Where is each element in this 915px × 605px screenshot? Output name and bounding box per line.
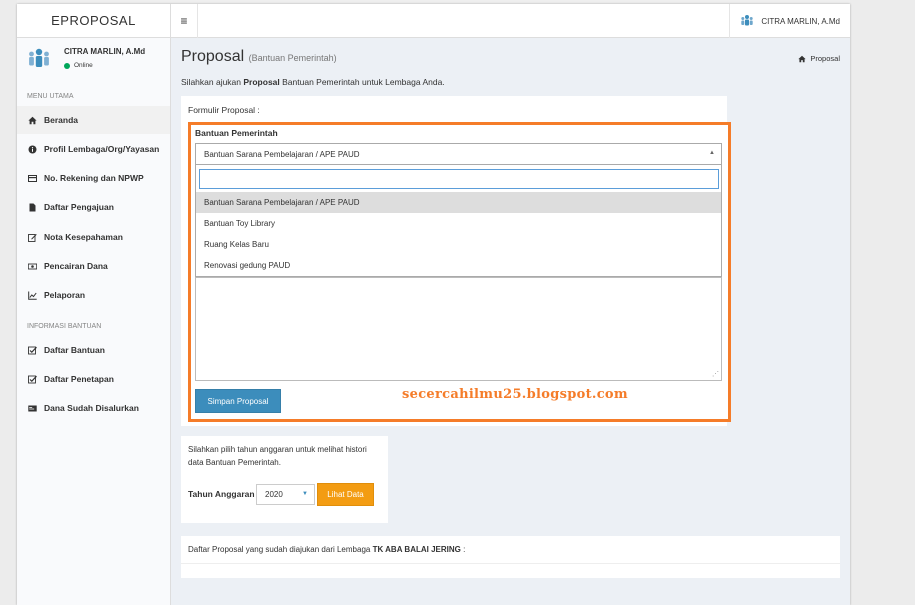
- sidebar-item-daftar-bantuan[interactable]: Daftar Bantuan: [17, 336, 170, 364]
- sidebar-item-label: Nota Kesepahaman: [44, 232, 123, 242]
- submitted-post: :: [460, 545, 466, 554]
- app-window: EPROPOSAL ≡ CITRA MARLIN, A.Md CITRA MAR…: [17, 4, 850, 605]
- history-instruction: Silahkan pilih tahun anggaran untuk meli…: [188, 445, 367, 467]
- sidebar-item-pelaporan[interactable]: Pelaporan: [17, 281, 170, 309]
- sidebar: CITRA MARLIN, A.Md Online MENU UTAMA Ber…: [17, 38, 171, 605]
- resize-grip-icon[interactable]: ⋰: [712, 370, 719, 378]
- sidebar-item-rekening[interactable]: No. Rekening dan NPWP: [17, 164, 170, 192]
- file-icon: [28, 203, 37, 212]
- sidebar-item-label: Daftar Bantuan: [44, 345, 105, 355]
- selected-value: Bantuan Sarana Pembelajaran / APE PAUD: [204, 149, 360, 159]
- year-value: 2020: [265, 490, 283, 499]
- breadcrumb[interactable]: Proposal: [798, 54, 840, 63]
- highlight-frame: Bantuan Pemerintah Bantuan Sarana Pembel…: [188, 122, 731, 422]
- year-label: Tahun Anggaran: [188, 489, 255, 499]
- sidebar-item-label: Profil Lembaga/Org/Yayasan: [44, 144, 160, 154]
- avatar: [29, 48, 49, 67]
- page-title: Proposal (Bantuan Pemerintah): [181, 48, 337, 66]
- lembaga-name: TK ABA BALAI JERING: [372, 545, 461, 554]
- submitted-list-box: Daftar Proposal yang sudah diajukan dari…: [181, 536, 840, 564]
- check-square-icon: [28, 375, 37, 384]
- sidebar-item-label: Daftar Penetapan: [44, 374, 114, 384]
- intro-pre: Silahkan ajukan: [181, 77, 244, 87]
- home-icon: [798, 55, 807, 62]
- brand-logo[interactable]: EPROPOSAL: [17, 4, 171, 38]
- bantuan-select[interactable]: Bantuan Sarana Pembelajaran / APE PAUD ▲: [195, 143, 722, 165]
- sidebar-item-label: Daftar Pengajuan: [44, 202, 114, 212]
- intro-bold: Proposal: [243, 77, 280, 87]
- credit-card-icon: [28, 174, 37, 183]
- sidebar-item-pencairan[interactable]: Pencairan Dana: [17, 252, 170, 280]
- card-icon: [28, 404, 37, 413]
- line-chart-icon: [28, 291, 37, 300]
- sidebar-item-dana-disalurkan[interactable]: Dana Sudah Disalurkan: [17, 394, 170, 422]
- sidebar-item-label: Pelaporan: [44, 290, 86, 300]
- money-icon: [28, 262, 37, 271]
- form-title: Formulir Proposal :: [188, 105, 260, 115]
- user-name: CITRA MARLIN, A.Md: [761, 16, 840, 26]
- profile-name: CITRA MARLIN, A.Md: [64, 47, 146, 56]
- edit-icon: [28, 233, 37, 242]
- home-icon: [28, 116, 37, 125]
- top-navbar: ≡ CITRA MARLIN, A.Md: [171, 4, 850, 38]
- sidebar-item-beranda[interactable]: Beranda: [17, 106, 170, 134]
- dropdown-search-input[interactable]: [199, 169, 719, 189]
- sidebar-item-label: Beranda: [44, 115, 79, 125]
- desktop-background-left: [0, 0, 17, 605]
- users-icon: [741, 15, 754, 26]
- hamburger-icon[interactable]: ≡: [171, 4, 198, 38]
- check-square-icon: [28, 346, 37, 355]
- year-select[interactable]: 2020 ▼: [256, 484, 315, 505]
- status-badge: Online: [64, 62, 93, 69]
- sidebar-item-daftar-penetapan[interactable]: Daftar Penetapan: [17, 365, 170, 393]
- dropdown-option[interactable]: Ruang Kelas Baru: [196, 234, 721, 255]
- view-data-button[interactable]: Lihat Data: [317, 483, 374, 506]
- dropdown-option[interactable]: Bantuan Toy Library: [196, 213, 721, 234]
- intro-post: Bantuan Pemerintah untuk Lembaga Anda.: [279, 77, 445, 87]
- info-icon: [28, 145, 37, 154]
- sidebar-item-pengajuan[interactable]: Daftar Pengajuan: [17, 193, 170, 221]
- user-panel: CITRA MARLIN, A.Md Online: [17, 38, 171, 86]
- breadcrumb-label: Proposal: [810, 54, 840, 63]
- intro-text: Silahkan ajukan Proposal Bantuan Pemerin…: [181, 77, 445, 87]
- sidebar-item-profil[interactable]: Profil Lembaga/Org/Yayasan: [17, 135, 170, 163]
- page-title-text: Proposal: [181, 48, 245, 65]
- submitted-list-body: [181, 564, 840, 578]
- history-box: Silahkan pilih tahun anggaran untuk meli…: [181, 436, 388, 523]
- caret-up-icon: ▲: [709, 150, 715, 156]
- caret-down-icon: ▼: [302, 491, 308, 497]
- page-subtitle: (Bantuan Pemerintah): [248, 53, 337, 63]
- menu-header-main: MENU UTAMA: [27, 93, 74, 100]
- content-header: Proposal (Bantuan Pemerintah): [181, 48, 337, 66]
- online-dot-icon: [64, 62, 70, 69]
- field-label-bantuan: Bantuan Pemerintah: [195, 128, 278, 138]
- sidebar-item-label: Pencairan Dana: [44, 261, 108, 271]
- save-proposal-button[interactable]: Simpan Proposal: [195, 389, 281, 413]
- status-text: Online: [74, 62, 93, 69]
- user-menu[interactable]: CITRA MARLIN, A.Md: [729, 4, 850, 38]
- desktop-background-right: [850, 0, 915, 605]
- dropdown-option[interactable]: Bantuan Sarana Pembelajaran / APE PAUD: [196, 192, 721, 213]
- select-dropdown: Bantuan Sarana Pembelajaran / APE PAUD B…: [195, 165, 722, 277]
- proposal-form-box: Formulir Proposal : Bantuan Pemerintah B…: [181, 96, 731, 426]
- watermark: secercahilmu25.blogspot.com: [402, 387, 628, 402]
- proposal-textarea[interactable]: ⋰: [195, 277, 722, 381]
- submitted-pre: Daftar Proposal yang sudah diajukan dari…: [188, 545, 373, 554]
- sidebar-item-label: No. Rekening dan NPWP: [44, 173, 144, 183]
- sidebar-item-nota[interactable]: Nota Kesepahaman: [17, 223, 170, 251]
- sidebar-item-label: Dana Sudah Disalurkan: [44, 403, 139, 413]
- submitted-heading: Daftar Proposal yang sudah diajukan dari…: [188, 545, 465, 554]
- menu-header-info: INFORMASI BANTUAN: [27, 323, 102, 330]
- dropdown-option[interactable]: Renovasi gedung PAUD: [196, 255, 721, 276]
